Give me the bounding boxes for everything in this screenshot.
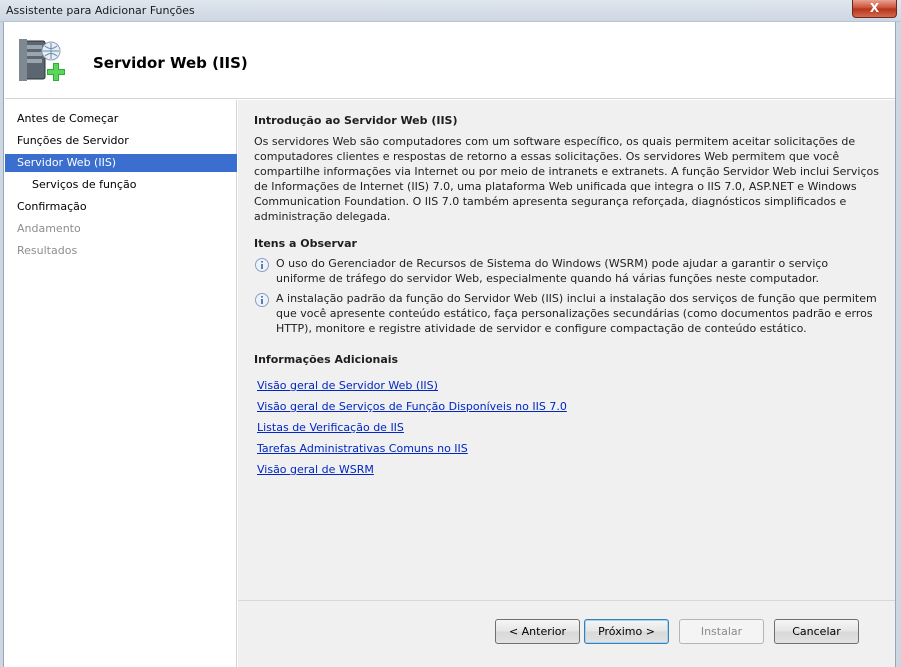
link-web-server-overview[interactable]: Visão geral de Servidor Web (IIS): [254, 375, 879, 396]
link-role-services-overview[interactable]: Visão geral de Serviços de Função Dispon…: [254, 396, 879, 417]
wizard-main-panel: Introdução ao Servidor Web (IIS) Os serv…: [238, 100, 895, 600]
nav-step-server-roles[interactable]: Funções de Servidor: [5, 132, 237, 150]
next-button[interactable]: Próximo >: [584, 619, 669, 644]
wizard-footer: < Anterior Próximo > Instalar Cancelar: [238, 600, 895, 667]
cancel-button[interactable]: Cancelar: [774, 619, 859, 644]
page-title: Servidor Web (IIS): [93, 54, 248, 72]
note-text: O uso do Gerenciador de Recursos de Sist…: [276, 257, 829, 285]
link-iis-checklists[interactable]: Listas de Verificação de IIS: [254, 417, 879, 438]
nav-step-progress: Andamento: [17, 222, 81, 235]
window-frame-left: [0, 22, 4, 667]
note-text: A instalação padrão da função do Servido…: [276, 292, 877, 335]
content-area: Introdução ao Servidor Web (IIS) Os serv…: [254, 113, 879, 480]
window-title-bar[interactable]: Assistente para Adicionar Funções X: [0, 0, 901, 22]
link-wsrm-overview[interactable]: Visão geral de WSRM: [254, 459, 879, 480]
intro-heading: Introdução ao Servidor Web (IIS): [254, 114, 458, 127]
additional-info-heading: Informações Adicionais: [254, 353, 399, 366]
wizard-header: Servidor Web (IIS): [5, 23, 895, 99]
nav-step-before-you-begin[interactable]: Antes de Começar: [5, 110, 237, 128]
info-icon: [255, 293, 269, 307]
nav-step-confirmation[interactable]: Confirmação: [5, 198, 237, 216]
info-icon: [255, 258, 269, 272]
additional-info-links: Visão geral de Servidor Web (IIS) Visão …: [254, 375, 879, 480]
nav-step-web-server[interactable]: Servidor Web (IIS): [5, 154, 237, 172]
close-icon: X: [869, 1, 880, 15]
link-iis-admin-tasks[interactable]: Tarefas Administrativas Comuns no IIS: [254, 438, 879, 459]
nav-step-role-services[interactable]: Serviços de função: [5, 176, 237, 194]
window-frame-right: [895, 22, 901, 667]
install-button: Instalar: [679, 619, 764, 644]
web-server-add-icon: [19, 39, 65, 81]
notes-heading: Itens a Observar: [254, 237, 357, 250]
note-item: A instalação padrão da função do Servido…: [254, 291, 879, 336]
nav-step-results: Resultados: [17, 244, 78, 257]
close-button[interactable]: X: [852, 0, 897, 18]
wizard-steps-nav: Antes de Começar Funções de Servidor Ser…: [5, 100, 237, 667]
note-item: O uso do Gerenciador de Recursos de Sist…: [254, 256, 879, 286]
window-title: Assistente para Adicionar Funções: [6, 4, 195, 17]
back-button[interactable]: < Anterior: [495, 619, 580, 644]
intro-paragraph: Os servidores Web são computadores com u…: [254, 135, 879, 223]
